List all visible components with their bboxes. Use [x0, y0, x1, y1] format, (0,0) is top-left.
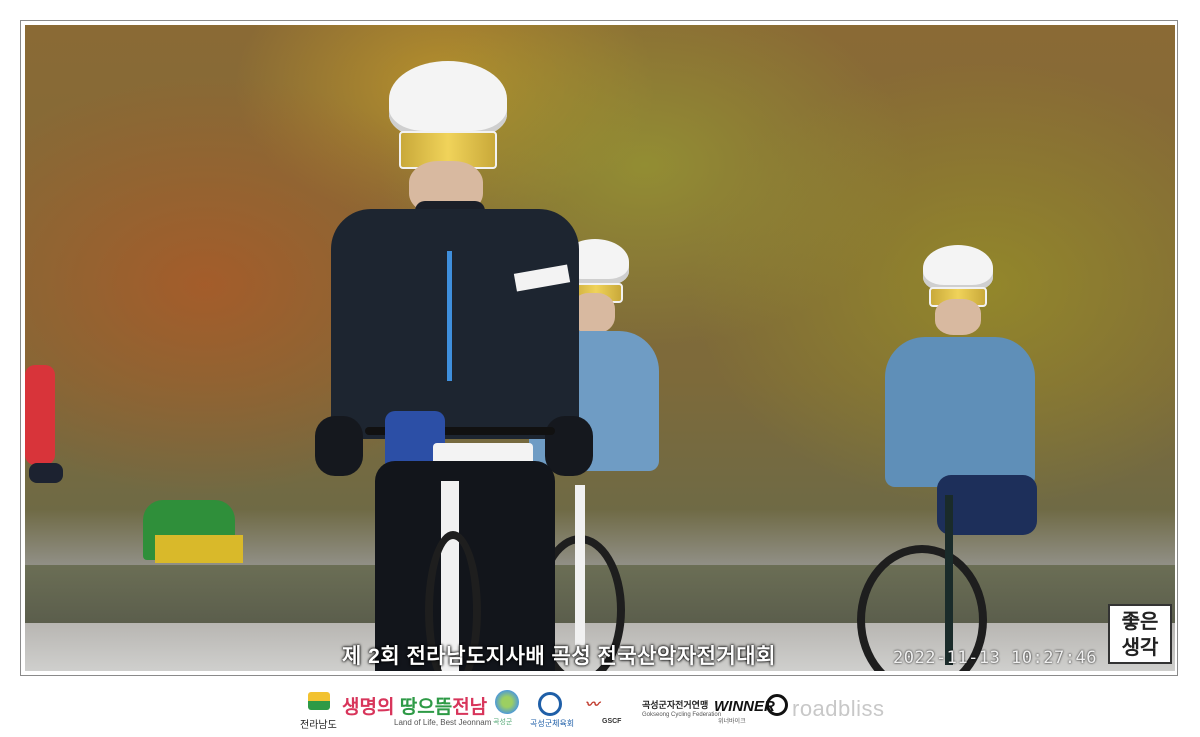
sponsor-bar: 전라남도 생명의 땅으뜸전남 Land of Life, Best Jeonna…	[300, 688, 920, 732]
slogan-part-b: 땅으뜸	[399, 697, 453, 718]
federation-korean: 곡성군자전거연맹	[642, 700, 709, 710]
winner-mark-icon	[766, 694, 788, 716]
photo-timestamp: 2022-11-13 10:27:46	[893, 648, 1097, 668]
slogan-part-a: 생명의	[342, 697, 400, 718]
sports-council-logo-icon	[538, 692, 562, 716]
event-caption: 제 2회 전라남도지사배 곡성 전국산악자전거대회	[342, 645, 776, 668]
slogan-text: 생명의 땅으뜸전남	[342, 692, 487, 719]
sports-council-label: 곡성군체육회	[530, 719, 575, 728]
partial-rider-left	[25, 365, 65, 495]
gscf-label: GSCF	[602, 718, 622, 725]
jeonnam-label: 전라남도	[300, 720, 337, 731]
gscf-logo-icon: 〰	[585, 696, 599, 712]
jeonnam-logo-icon	[308, 692, 330, 710]
slogan-part-c: 전남	[452, 697, 488, 718]
roadbliss-logo: roadbliss	[792, 696, 885, 721]
race-photo: 306 제 2회 전라남도지사배 곡성 전국산악자전거대회 2022-11-13…	[25, 25, 1175, 671]
cyclist-front: 306	[315, 61, 595, 671]
gokseong-label: 곡성군	[493, 719, 513, 726]
federation-english: Gokseong Cycling Federation	[642, 712, 722, 718]
slogan-subtitle: Land of Life, Best Jeonnam	[394, 718, 492, 727]
yellow-bin-base	[155, 535, 243, 563]
stamp-line-2: 생각	[1121, 637, 1159, 659]
winner-subtitle: 위너바이크	[718, 719, 746, 725]
cyclist-right	[845, 245, 1045, 671]
stamp-line-1: 좋은	[1121, 611, 1159, 633]
gokseong-logo-icon	[495, 690, 519, 714]
watermark-stamp: 좋은 생각	[1108, 604, 1172, 664]
